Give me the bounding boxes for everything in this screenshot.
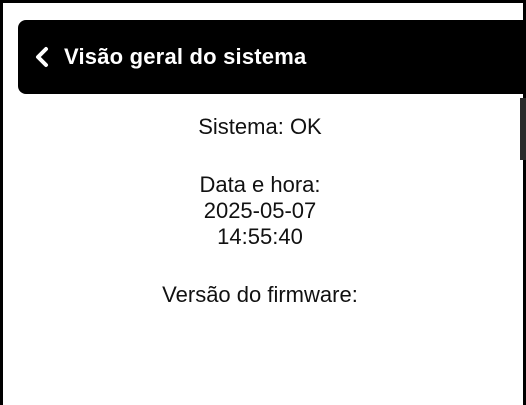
page-title: Visão geral do sistema <box>64 44 307 69</box>
system-status: Sistema: OK <box>198 114 322 139</box>
firmware-label: Versão do firmware: <box>162 282 358 307</box>
scrollbar-thumb[interactable] <box>520 98 526 160</box>
date-value: 2025-05-07 <box>203 198 317 223</box>
title-bar: Visão geral do sistema <box>18 20 526 94</box>
datetime-label: Data e hora: <box>199 172 321 197</box>
overview-content: Sistema: OK Data e hora: 2025-05-07 14:5… <box>0 94 520 308</box>
back-button[interactable]: Visão geral do sistema <box>32 44 306 70</box>
time-value: 14:55:40 <box>217 224 303 249</box>
chevron-left-icon <box>32 46 54 68</box>
